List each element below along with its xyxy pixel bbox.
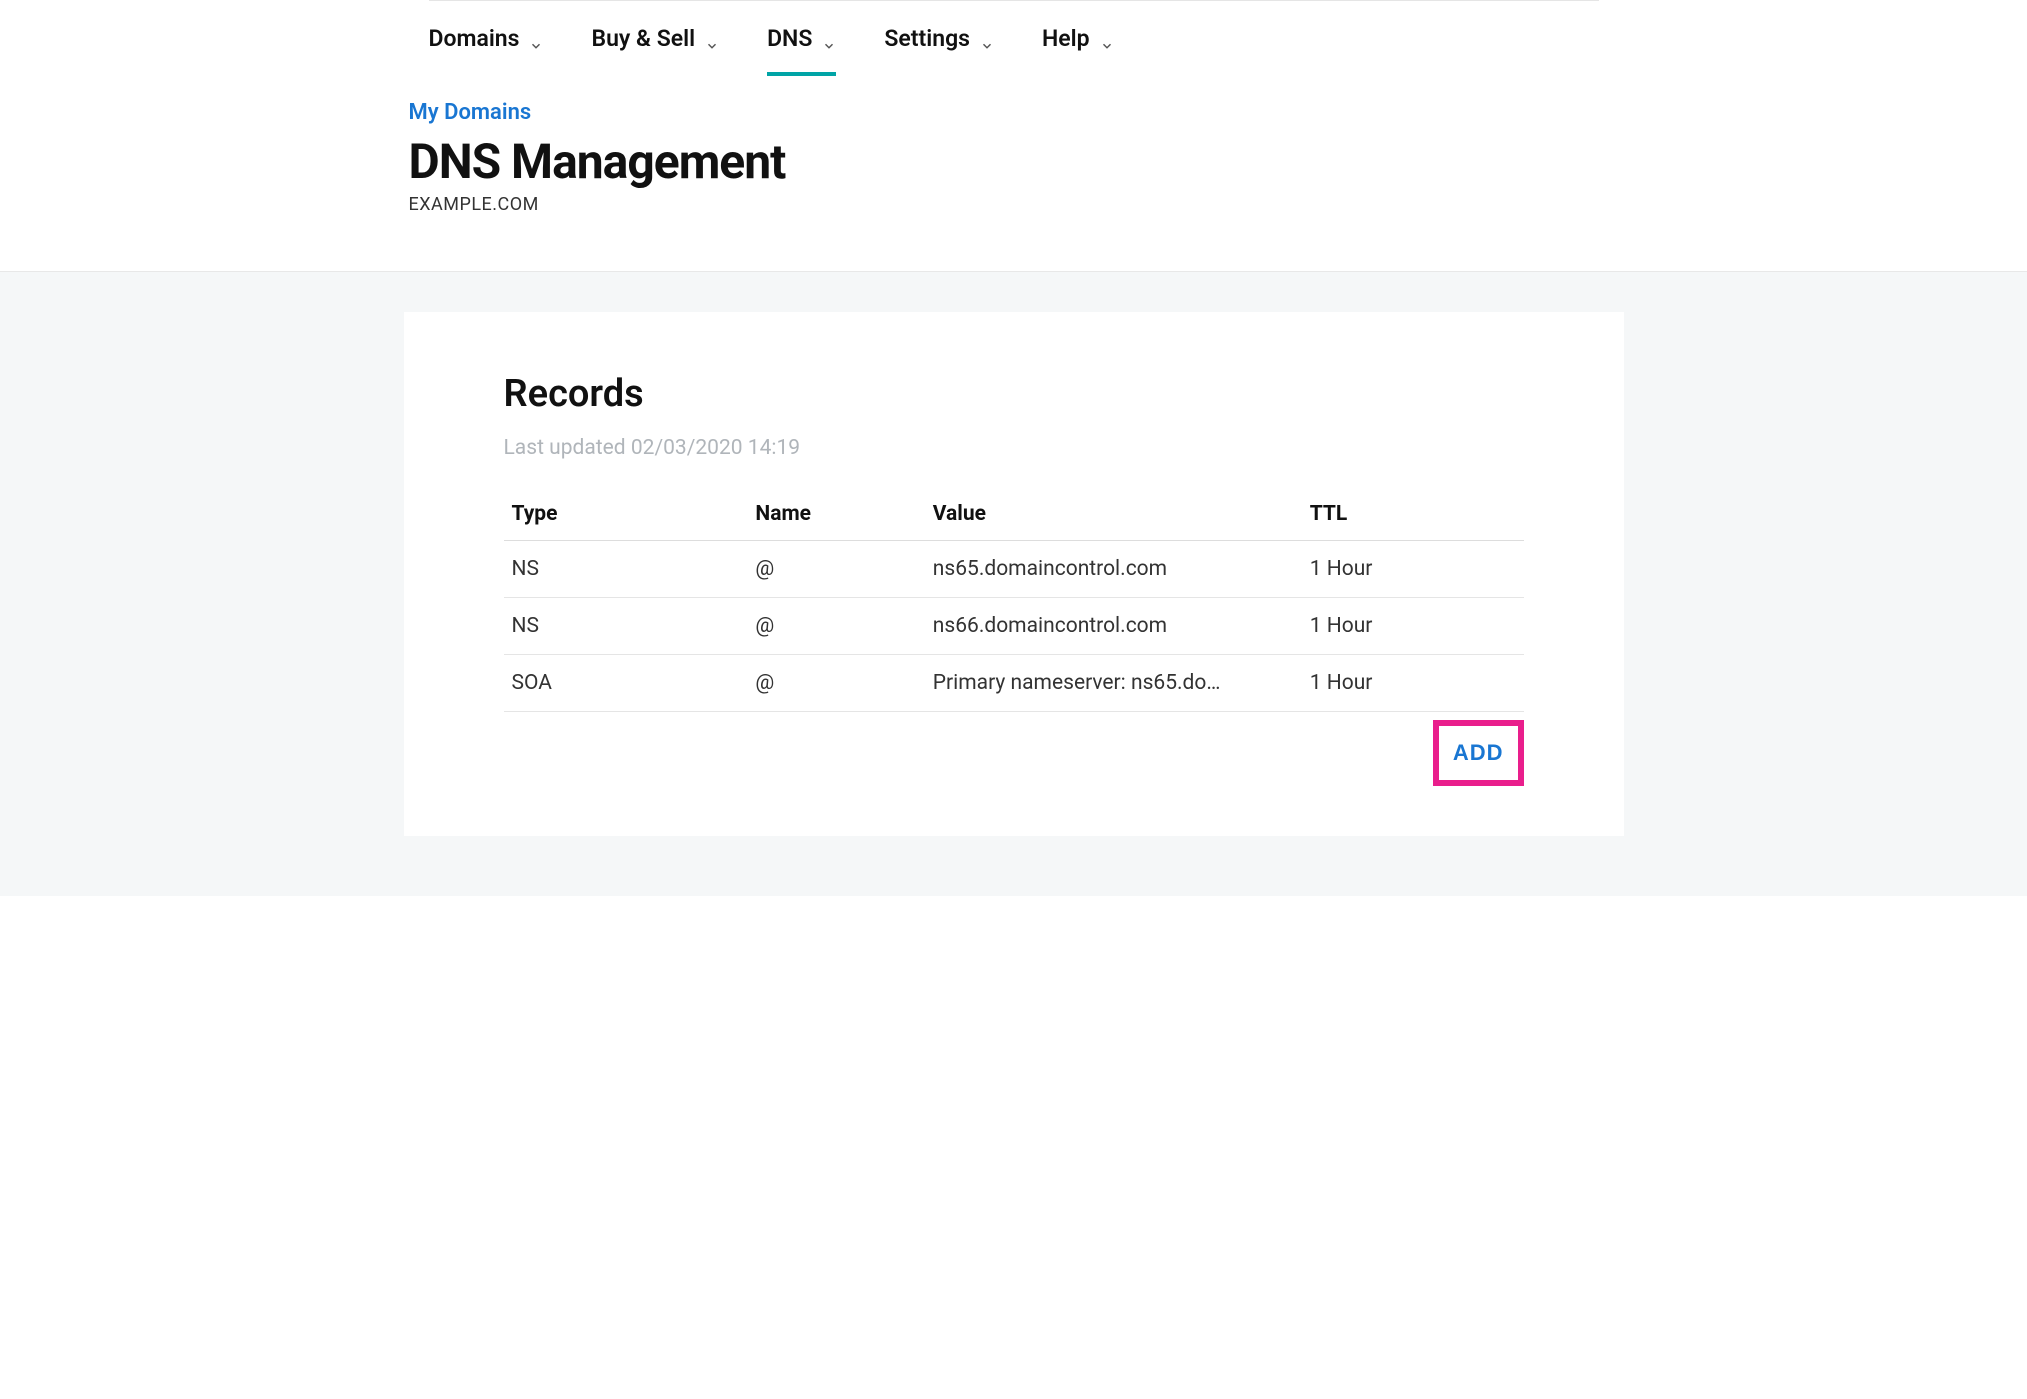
cell-ttl: 1 Hour: [1302, 598, 1524, 655]
nav-tab-label: Domains: [429, 25, 520, 52]
nav-tab-label: Settings: [884, 25, 970, 52]
nav-tab-label: DNS: [767, 25, 812, 52]
cell-value: ns66.domaincontrol.com: [925, 598, 1302, 655]
chevron-down-icon: [822, 32, 836, 46]
table-row[interactable]: NS @ ns65.domaincontrol.com 1 Hour: [504, 541, 1524, 598]
chevron-down-icon: [1100, 32, 1114, 46]
nav-tab-dns[interactable]: DNS: [767, 25, 836, 76]
cell-name: @: [747, 598, 924, 655]
nav-tab-help[interactable]: Help: [1042, 25, 1114, 76]
page-title: DNS Management: [409, 133, 1619, 190]
breadcrumb-my-domains[interactable]: My Domains: [409, 76, 1619, 133]
table-row[interactable]: SOA @ Primary nameserver: ns65.do… 1 Hou…: [504, 655, 1524, 712]
add-button[interactable]: ADD: [1453, 740, 1504, 766]
table-row[interactable]: NS @ ns66.domaincontrol.com 1 Hour: [504, 598, 1524, 655]
add-button-highlight: ADD: [1433, 720, 1524, 786]
cell-type: SOA: [504, 655, 748, 712]
records-card: Records Last updated 02/03/2020 14:19 Ty…: [404, 312, 1624, 836]
nav-tab-domains[interactable]: Domains: [429, 25, 544, 76]
cell-value: ns65.domaincontrol.com: [925, 541, 1302, 598]
cell-type: NS: [504, 541, 748, 598]
records-title: Records: [504, 372, 1524, 416]
records-table: Type Name Value TTL NS @ ns65.domaincont…: [504, 488, 1524, 712]
cell-ttl: 1 Hour: [1302, 541, 1524, 598]
column-header-type: Type: [504, 488, 748, 541]
cell-name: @: [747, 655, 924, 712]
nav-tab-label: Help: [1042, 25, 1090, 52]
cell-type: NS: [504, 598, 748, 655]
column-header-name: Name: [747, 488, 924, 541]
cell-ttl: 1 Hour: [1302, 655, 1524, 712]
cell-value: Primary nameserver: ns65.do…: [925, 655, 1302, 712]
chevron-down-icon: [529, 32, 543, 46]
column-header-ttl: TTL: [1302, 488, 1524, 541]
nav-tab-buy-sell[interactable]: Buy & Sell: [591, 25, 719, 76]
nav-tabs: Domains Buy & Sell DNS Settings Help: [409, 1, 1619, 76]
cell-name: @: [747, 541, 924, 598]
chevron-down-icon: [980, 32, 994, 46]
chevron-down-icon: [705, 32, 719, 46]
column-header-value: Value: [925, 488, 1302, 541]
domain-name: EXAMPLE.COM: [409, 194, 1619, 215]
nav-tab-settings[interactable]: Settings: [884, 25, 994, 76]
nav-tab-label: Buy & Sell: [591, 25, 695, 52]
last-updated: Last updated 02/03/2020 14:19: [504, 436, 1524, 460]
